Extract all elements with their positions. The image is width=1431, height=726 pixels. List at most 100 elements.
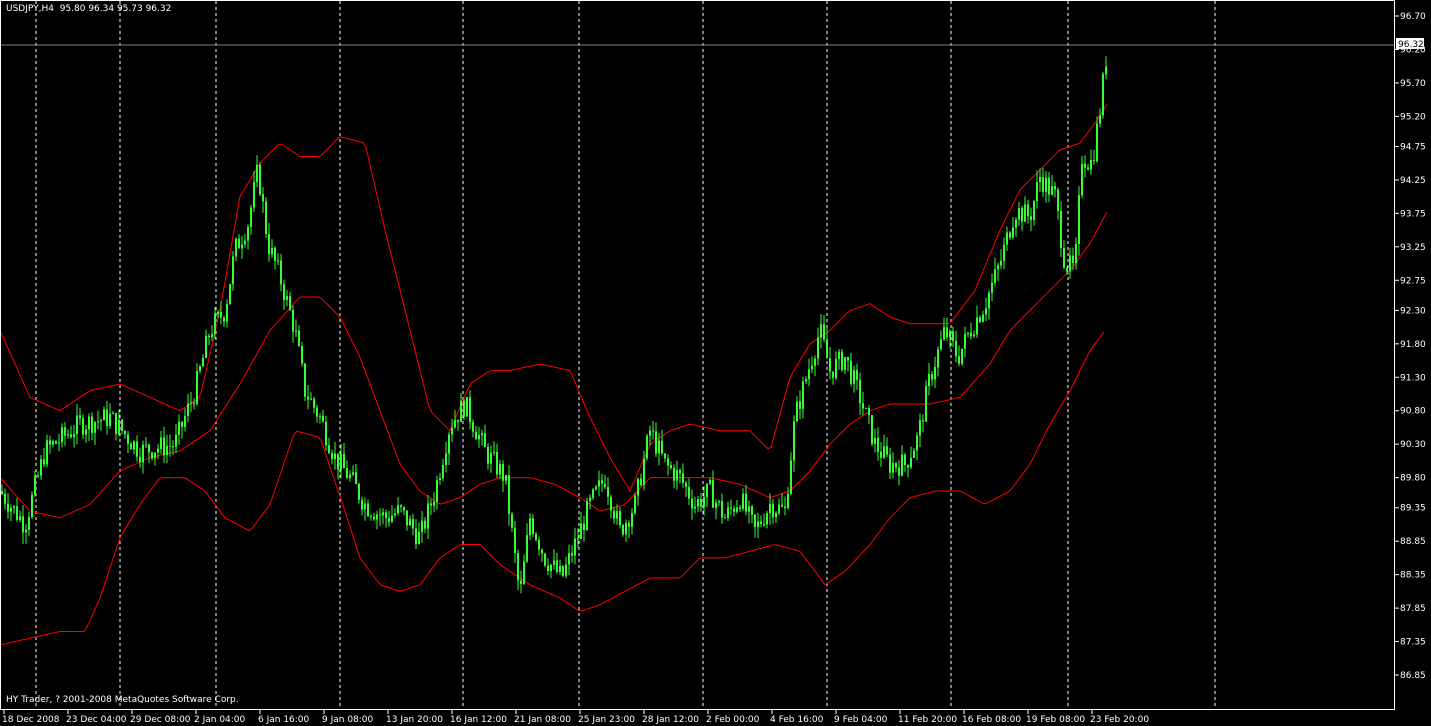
time-tick-label: 19 Feb 08:00: [1026, 715, 1085, 725]
candle-body: [439, 478, 441, 480]
candle-body: [82, 418, 84, 435]
candle-body: [484, 433, 486, 447]
candle-body: [715, 502, 717, 508]
candle-body: [517, 553, 519, 581]
candle-body: [916, 435, 918, 451]
candle-body: [1078, 195, 1080, 244]
candle-body: [199, 366, 201, 372]
candle-body: [217, 312, 219, 315]
candle-body: [853, 370, 855, 384]
current-price-marker: 96.32: [1396, 38, 1424, 50]
candle-body: [784, 506, 786, 509]
candle-body: [220, 312, 222, 318]
candle-body: [706, 483, 708, 498]
candle-body: [730, 507, 732, 509]
candle-body: [94, 422, 96, 433]
candle-body: [1042, 177, 1044, 192]
candle-body: [58, 442, 60, 444]
candle-body: [154, 452, 156, 459]
candle-body: [412, 519, 414, 529]
candle-body: [1102, 74, 1104, 116]
current-price-label: 96.32: [1398, 40, 1424, 50]
time-tick-label: 13 Jan 20:00: [386, 715, 443, 725]
candle-body: [112, 413, 114, 414]
candle-body: [292, 310, 294, 332]
candle-body: [613, 510, 615, 519]
copyright-text: HY Trader, ? 2001-2008 MetaQuotes Softwa…: [6, 695, 239, 705]
candle-body: [7, 503, 9, 512]
candle-body: [1084, 163, 1086, 168]
candle-body: [847, 357, 849, 361]
candle-body: [475, 431, 477, 440]
time-tick-label: 9 Feb 04:00: [834, 715, 888, 725]
candle-body: [1051, 186, 1053, 195]
time-tick-label: 4 Feb 16:00: [770, 715, 824, 725]
candle-body: [994, 269, 996, 283]
candle-body: [13, 506, 15, 508]
candle-body: [544, 553, 546, 566]
candle-body: [313, 398, 315, 408]
candle-body: [256, 164, 258, 183]
candle-body: [577, 538, 579, 540]
candle-body: [274, 247, 276, 261]
time-tick-label: 2 Feb 00:00: [706, 715, 760, 725]
price-tick-label: 94.25: [1400, 176, 1426, 186]
candle-body: [736, 507, 738, 512]
time-tick-label: 6 Jan 16:00: [258, 715, 310, 725]
candle-body: [1036, 182, 1038, 201]
candle-body: [103, 409, 105, 421]
candle-body: [142, 444, 144, 463]
candle-body: [619, 511, 621, 525]
candle-body: [1009, 232, 1011, 238]
candle-body: [832, 371, 834, 378]
candle-body: [574, 538, 576, 556]
candle-body: [1027, 204, 1029, 217]
candle-body: [580, 523, 582, 539]
candle-body: [247, 227, 249, 241]
candle-body: [898, 467, 900, 476]
candle-body: [670, 465, 672, 468]
candle-body: [859, 379, 861, 404]
candle-body: [712, 479, 714, 508]
candle-body: [616, 511, 618, 519]
candle-body: [511, 514, 513, 528]
candle-body: [298, 330, 300, 346]
candle-body: [79, 415, 81, 419]
candle-body: [424, 520, 426, 529]
candle-body: [148, 444, 150, 453]
candle-body: [415, 528, 417, 544]
candle-body: [454, 419, 456, 428]
candle-body: [172, 446, 174, 448]
price-tick-label: 87.85: [1400, 604, 1426, 614]
candle-body: [340, 454, 342, 470]
candle-body: [1060, 211, 1062, 249]
candle-body: [304, 363, 306, 397]
candle-body: [808, 369, 810, 380]
candle-body: [370, 516, 372, 517]
candle-body: [769, 504, 771, 514]
candle-body: [76, 415, 78, 434]
candle-body: [988, 292, 990, 309]
candle-body: [238, 238, 240, 249]
candle-body: [940, 339, 942, 350]
candle-body: [718, 501, 720, 503]
candle-body: [913, 450, 915, 458]
candle-body: [937, 349, 939, 368]
time-tick-label: 23 Feb 20:00: [1090, 715, 1149, 725]
price-chart[interactable]: 96.7096.2095.7095.2094.7594.2593.7593.25…: [0, 0, 1431, 726]
candle-body: [163, 437, 165, 456]
candle-body: [241, 244, 243, 249]
candle-body: [346, 468, 348, 479]
candle-body: [985, 308, 987, 315]
time-tick-label: 21 Jan 08:00: [514, 715, 571, 725]
candle-body: [886, 446, 888, 455]
candle-body: [991, 282, 993, 293]
candle-body: [385, 512, 387, 519]
candle-body: [979, 317, 981, 322]
candle-body: [877, 437, 879, 452]
candle-body: [655, 431, 657, 454]
candle-body: [811, 365, 813, 370]
candle-body: [634, 495, 636, 514]
candle-body: [685, 482, 687, 487]
candle-body: [802, 381, 804, 409]
